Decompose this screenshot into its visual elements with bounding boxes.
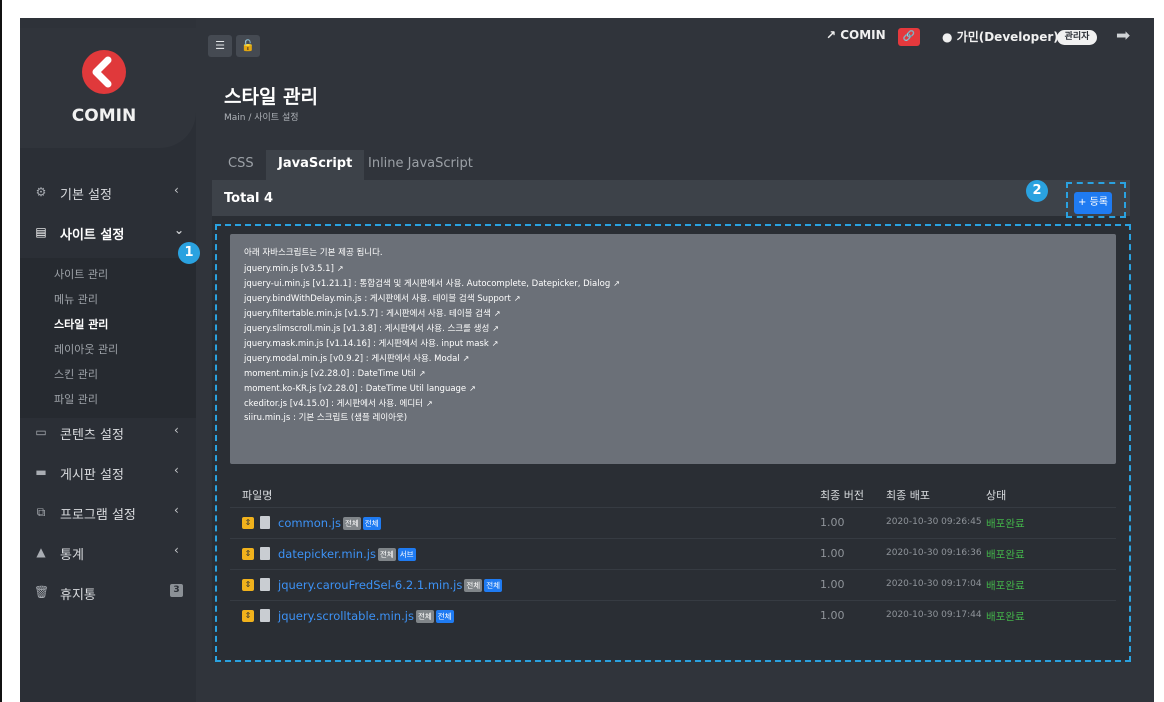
sub-item-file-management[interactable]: 파일 관리 [54,391,98,407]
sidebar-item-board-settings[interactable]: ▬ 게시판 설정 ‹ [20,458,196,486]
sidebar-item-label: 게시판 설정 [60,468,124,483]
sidebar-item-label: 콘텐츠 설정 [60,428,124,443]
board-icon: ▬ [35,465,47,479]
chevron-left-icon: ‹ [174,183,179,197]
content-icon: ▭ [35,425,47,439]
chevron-left-icon: ‹ [174,503,179,517]
tab-inline-javascript[interactable]: Inline JavaScript [356,150,485,180]
site-link[interactable]: ↗ COMIN [826,28,886,42]
trash-count-badge: 3 [170,584,183,597]
chevron-down-icon: ⌄ [174,223,185,237]
logout-icon[interactable]: ➡ [1116,26,1130,46]
sidebar-top-strip [20,18,196,28]
role-badge: 관리자 [1057,30,1097,45]
sidebar-item-site-settings[interactable]: ▤ 사이트 설정 ⌄ [20,218,196,246]
sidebar-item-label: 프로그램 설정 [60,508,136,523]
link-icon[interactable]: 🔗 [898,28,920,46]
tab-javascript[interactable]: JavaScript [266,150,365,180]
sidebar-item-content-settings[interactable]: ▭ 콘텐츠 설정 ‹ [20,418,196,446]
list-toggle-button[interactable]: ☰ [208,35,232,57]
annotation-number-2: 2 [1026,180,1048,202]
tab-css[interactable]: CSS [216,150,266,180]
gears-icon: ⚙ [35,185,47,199]
sidebar-item-label: 기본 설정 [60,188,112,203]
sub-item-skin-management[interactable]: 스킨 관리 [54,366,98,382]
annotation-box-1 [215,224,1131,662]
page-title: 스타일 관리 [224,86,319,108]
trash-icon: 🗑 [34,585,50,599]
user-menu[interactable]: ● 가민(Developer) [942,28,1059,45]
sidebar: COMIN ⚙ 기본 설정 ‹ ▤ 사이트 설정 ⌄ 사이트 관리 메뉴 관리 … [20,18,196,702]
sidebar-item-label: 통계 [60,548,84,563]
annotation-box-2 [1066,182,1126,218]
sidebar-item-stats[interactable]: ▲ 통계 ‹ [20,538,196,566]
sidebar-item-trash[interactable]: 🗑 휴지통 3 [20,578,196,606]
stats-icon: ▲ [36,545,46,559]
sidebar-item-basic-settings[interactable]: ⚙ 기본 설정 ‹ [20,178,196,206]
total-count: Total 4 [224,191,274,206]
chevron-left-icon: ‹ [174,543,179,557]
sub-item-site-management[interactable]: 사이트 관리 [54,266,108,282]
sub-menu: 사이트 관리 메뉴 관리 스타일 관리 레이아웃 관리 스킨 관리 파일 관리 [20,258,196,418]
sidebar-item-program-settings[interactable]: ⧉ 프로그램 설정 ‹ [20,498,196,526]
sub-item-menu-management[interactable]: 메뉴 관리 [54,291,98,307]
logo-icon [82,50,126,94]
user-name: 가민(Developer) [956,30,1059,44]
annotation-number-1: 1 [178,242,200,264]
logo-block[interactable]: COMIN [20,28,196,148]
chevron-left-icon: ‹ [174,423,179,437]
site-link-label: COMIN [840,28,886,42]
sidebar-item-label: 사이트 설정 [60,228,125,243]
lock-button[interactable]: 🔓 [236,35,260,57]
sub-item-style-management[interactable]: 스타일 관리 [54,316,108,332]
sidebar-item-label: 휴지통 [60,588,96,603]
program-icon: ⧉ [36,505,46,519]
logo-text: COMIN [71,106,137,126]
site-icon: ▤ [35,225,47,239]
breadcrumb: Main / 사이트 설정 [224,113,299,123]
sub-item-layout-management[interactable]: 레이아웃 관리 [54,341,118,357]
panel-header: Total 4 [212,180,1130,216]
chevron-left-icon: ‹ [174,463,179,477]
